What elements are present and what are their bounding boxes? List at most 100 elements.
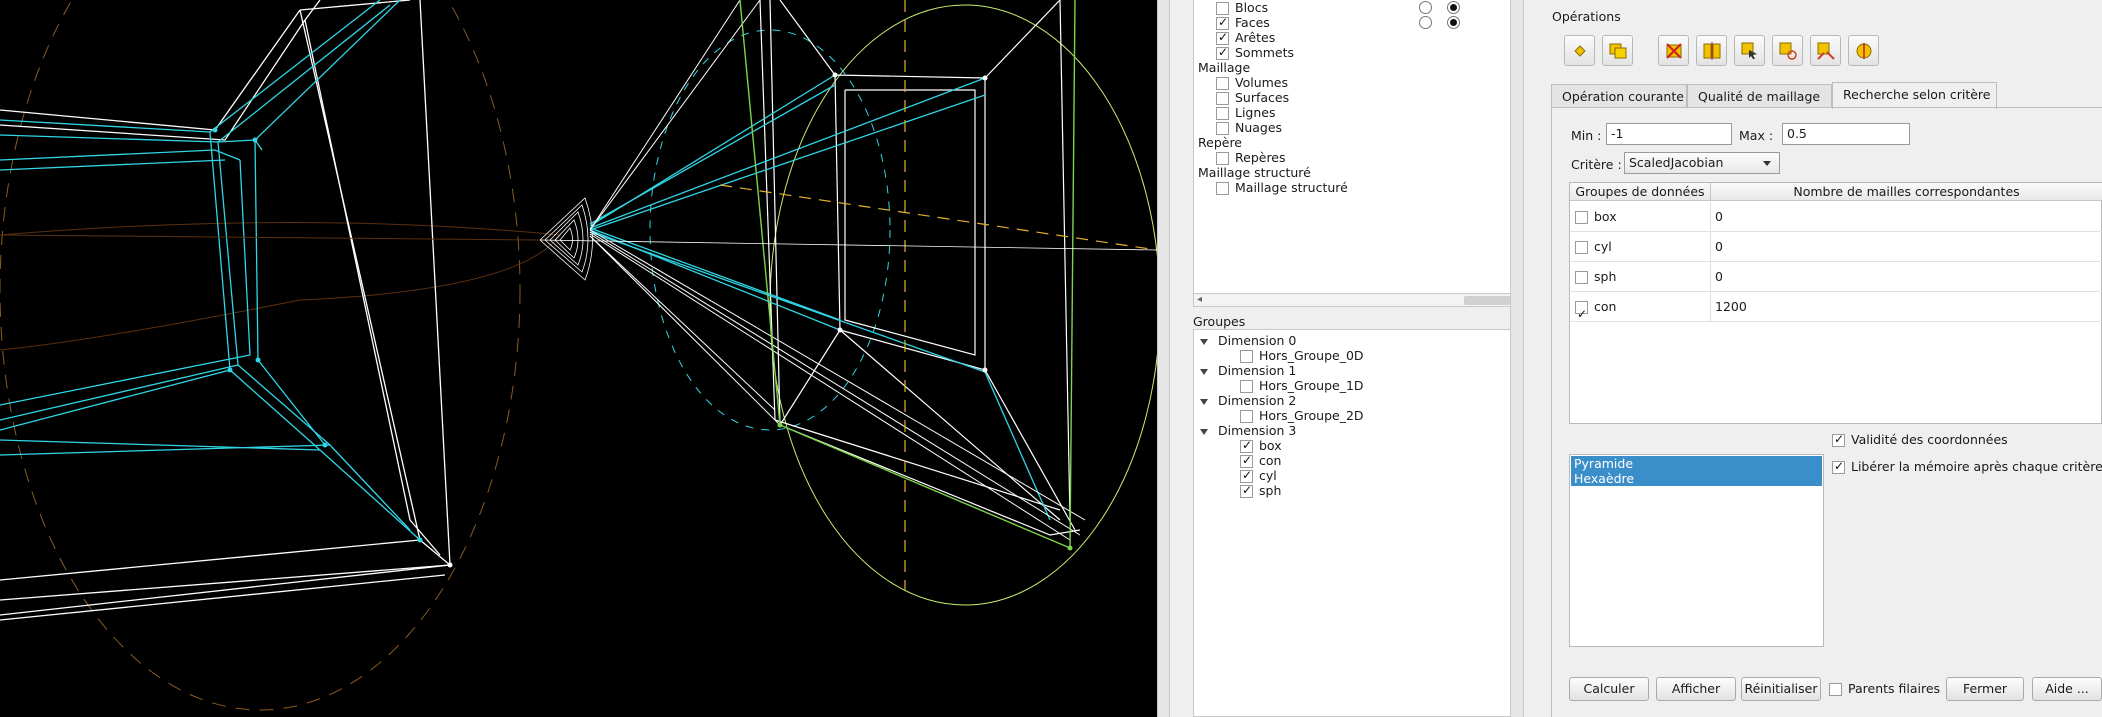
checkbox[interactable] [1575, 271, 1588, 284]
group-item-cyl[interactable]: cyl [1240, 468, 1277, 483]
checkbox[interactable] [1216, 77, 1229, 90]
viewport-splitter[interactable] [1157, 0, 1170, 717]
calculer-button[interactable]: Calculer [1569, 677, 1649, 701]
tab-recherche-critere[interactable]: Recherche selon critère [1832, 82, 1997, 109]
checkbox[interactable] [1216, 152, 1229, 165]
tree-node-dimension-1[interactable]: Dimension 1 [1200, 363, 1296, 378]
filter-item-faces[interactable]: Faces [1216, 15, 1270, 30]
display-mode-radio-filled[interactable] [1447, 16, 1460, 29]
table-row[interactable]: box 0 [1570, 202, 2102, 232]
column-header-groups[interactable]: Groupes de données [1570, 183, 1711, 201]
criteria-results-table: Groupes de données Nombre de mailles cor… [1569, 182, 2102, 424]
group-item[interactable]: Hors_Groupe_0D [1240, 348, 1364, 363]
fermer-button[interactable]: Fermer [1946, 677, 2024, 701]
aide-button[interactable]: Aide ... [2032, 677, 2102, 701]
tree-node-dimension-0[interactable]: Dimension 0 [1200, 333, 1296, 348]
display-mode-radio-empty[interactable] [1419, 16, 1432, 29]
operations-panel: Opérations Opération courante Qualité de… [1524, 0, 2102, 717]
list-item-hexaedre[interactable]: Hexaèdre [1571, 471, 1822, 486]
scrollbar-thumb[interactable] [1464, 296, 1510, 305]
option-label: Libérer la mémoire après chaque critère [1851, 459, 2102, 474]
tab-qualite-maillage[interactable]: Qualité de maillage [1687, 84, 1832, 108]
option-liberer-memoire[interactable]: Libérer la mémoire après chaque critère [1832, 459, 2102, 474]
sphere-tool-icon[interactable] [1848, 35, 1879, 66]
checkbox[interactable] [1240, 453, 1253, 468]
max-input[interactable]: 0.5 [1782, 123, 1910, 145]
table-row[interactable]: sph 0 [1570, 262, 2102, 292]
checkbox[interactable] [1829, 683, 1842, 696]
checkbox[interactable] [1216, 45, 1229, 60]
checkbox[interactable] [1240, 468, 1253, 483]
point-tool-icon[interactable] [1564, 35, 1595, 66]
copy-tool-icon[interactable] [1602, 35, 1633, 66]
checkbox[interactable] [1216, 122, 1229, 135]
checkbox[interactable] [1240, 350, 1253, 363]
group-label: Hors_Groupe_2D [1259, 408, 1364, 423]
filter-label: Repères [1235, 150, 1286, 165]
group-cell: cyl [1570, 232, 1711, 262]
group-name: sph [1594, 269, 1617, 284]
checkbox[interactable] [1575, 241, 1588, 254]
checkbox[interactable] [1216, 92, 1229, 105]
min-input[interactable]: -1 [1606, 123, 1732, 145]
option-validite-coordonnees[interactable]: Validité des coordonnées [1832, 432, 2008, 447]
checkbox[interactable] [1216, 182, 1229, 195]
checkbox[interactable] [1240, 438, 1253, 453]
3d-viewport[interactable] [0, 0, 1157, 717]
tree-node-dimension-2[interactable]: Dimension 2 [1200, 393, 1296, 408]
cell-types-list: Pyramide Hexaèdre [1569, 454, 1824, 647]
expand-arrow-icon[interactable] [1200, 338, 1208, 345]
table-row[interactable]: con 1200 [1570, 292, 2102, 329]
group-cell: box [1570, 202, 1711, 232]
delete-tool-icon[interactable] [1658, 35, 1689, 66]
panel-splitter[interactable] [1510, 0, 1524, 717]
group-item-con[interactable]: con [1240, 453, 1281, 468]
tree-node-dimension-3[interactable]: Dimension 3 [1200, 423, 1296, 438]
filter-item-maillage-structure[interactable]: Maillage structuré [1216, 180, 1348, 195]
filter-item-blocs[interactable]: Blocs [1216, 0, 1268, 15]
expand-arrow-icon[interactable] [1200, 398, 1208, 405]
tab-operation-courante[interactable]: Opération courante [1551, 84, 1687, 108]
display-mode-radio-empty[interactable] [1419, 1, 1432, 14]
parents-filaires-option[interactable]: Parents filaires [1829, 681, 1940, 696]
expand-arrow-icon[interactable] [1200, 428, 1208, 435]
node-label: Dimension 3 [1218, 423, 1297, 438]
checkbox[interactable] [1216, 2, 1229, 15]
checkbox[interactable] [1240, 410, 1253, 423]
scroll-left-icon[interactable]: ◂ [1197, 294, 1202, 305]
select-extend-tool-icon[interactable] [1810, 35, 1841, 66]
afficher-button[interactable]: Afficher [1656, 677, 1736, 701]
filter-item-reperes[interactable]: Repères [1216, 150, 1286, 165]
list-item-pyramide[interactable]: Pyramide [1571, 456, 1822, 471]
filter-item-nuages[interactable]: Nuages [1216, 120, 1282, 135]
table-row[interactable]: cyl 0 [1570, 232, 2102, 262]
filter-item-lignes[interactable]: Lignes [1216, 105, 1276, 120]
select-edit-tool-icon[interactable] [1772, 35, 1803, 66]
filter-item-surfaces[interactable]: Surfaces [1216, 90, 1289, 105]
checkbox[interactable] [1216, 107, 1229, 120]
checkbox[interactable] [1216, 15, 1229, 30]
checkbox[interactable] [1240, 483, 1253, 498]
checkbox[interactable] [1216, 30, 1229, 45]
split-tool-icon[interactable] [1696, 35, 1727, 66]
filter-item-sommets[interactable]: Sommets [1216, 45, 1294, 60]
group-item-box[interactable]: box [1240, 438, 1282, 453]
group-cell: sph [1570, 262, 1711, 292]
checkbox[interactable] [1832, 432, 1845, 447]
checkbox[interactable] [1575, 211, 1588, 224]
group-item[interactable]: Hors_Groupe_2D [1240, 408, 1364, 423]
reinitialiser-button[interactable]: Réinitialiser [1741, 677, 1821, 701]
select-tool-icon[interactable] [1734, 35, 1765, 66]
criterion-select[interactable]: ScaledJacobian [1624, 152, 1780, 174]
checkbox[interactable] [1832, 459, 1845, 474]
group-name: cyl [1594, 239, 1612, 254]
group-item[interactable]: Hors_Groupe_1D [1240, 378, 1364, 393]
group-item-sph[interactable]: sph [1240, 483, 1281, 498]
filter-item-volumes[interactable]: Volumes [1216, 75, 1288, 90]
display-mode-radio-filled[interactable] [1447, 1, 1460, 14]
checkbox[interactable] [1240, 380, 1253, 393]
expand-arrow-icon[interactable] [1200, 368, 1208, 375]
filter-item-aretes[interactable]: Arêtes [1216, 30, 1275, 45]
checkbox[interactable] [1575, 299, 1588, 329]
column-header-count[interactable]: Nombre de mailles correspondantes [1711, 183, 2102, 201]
